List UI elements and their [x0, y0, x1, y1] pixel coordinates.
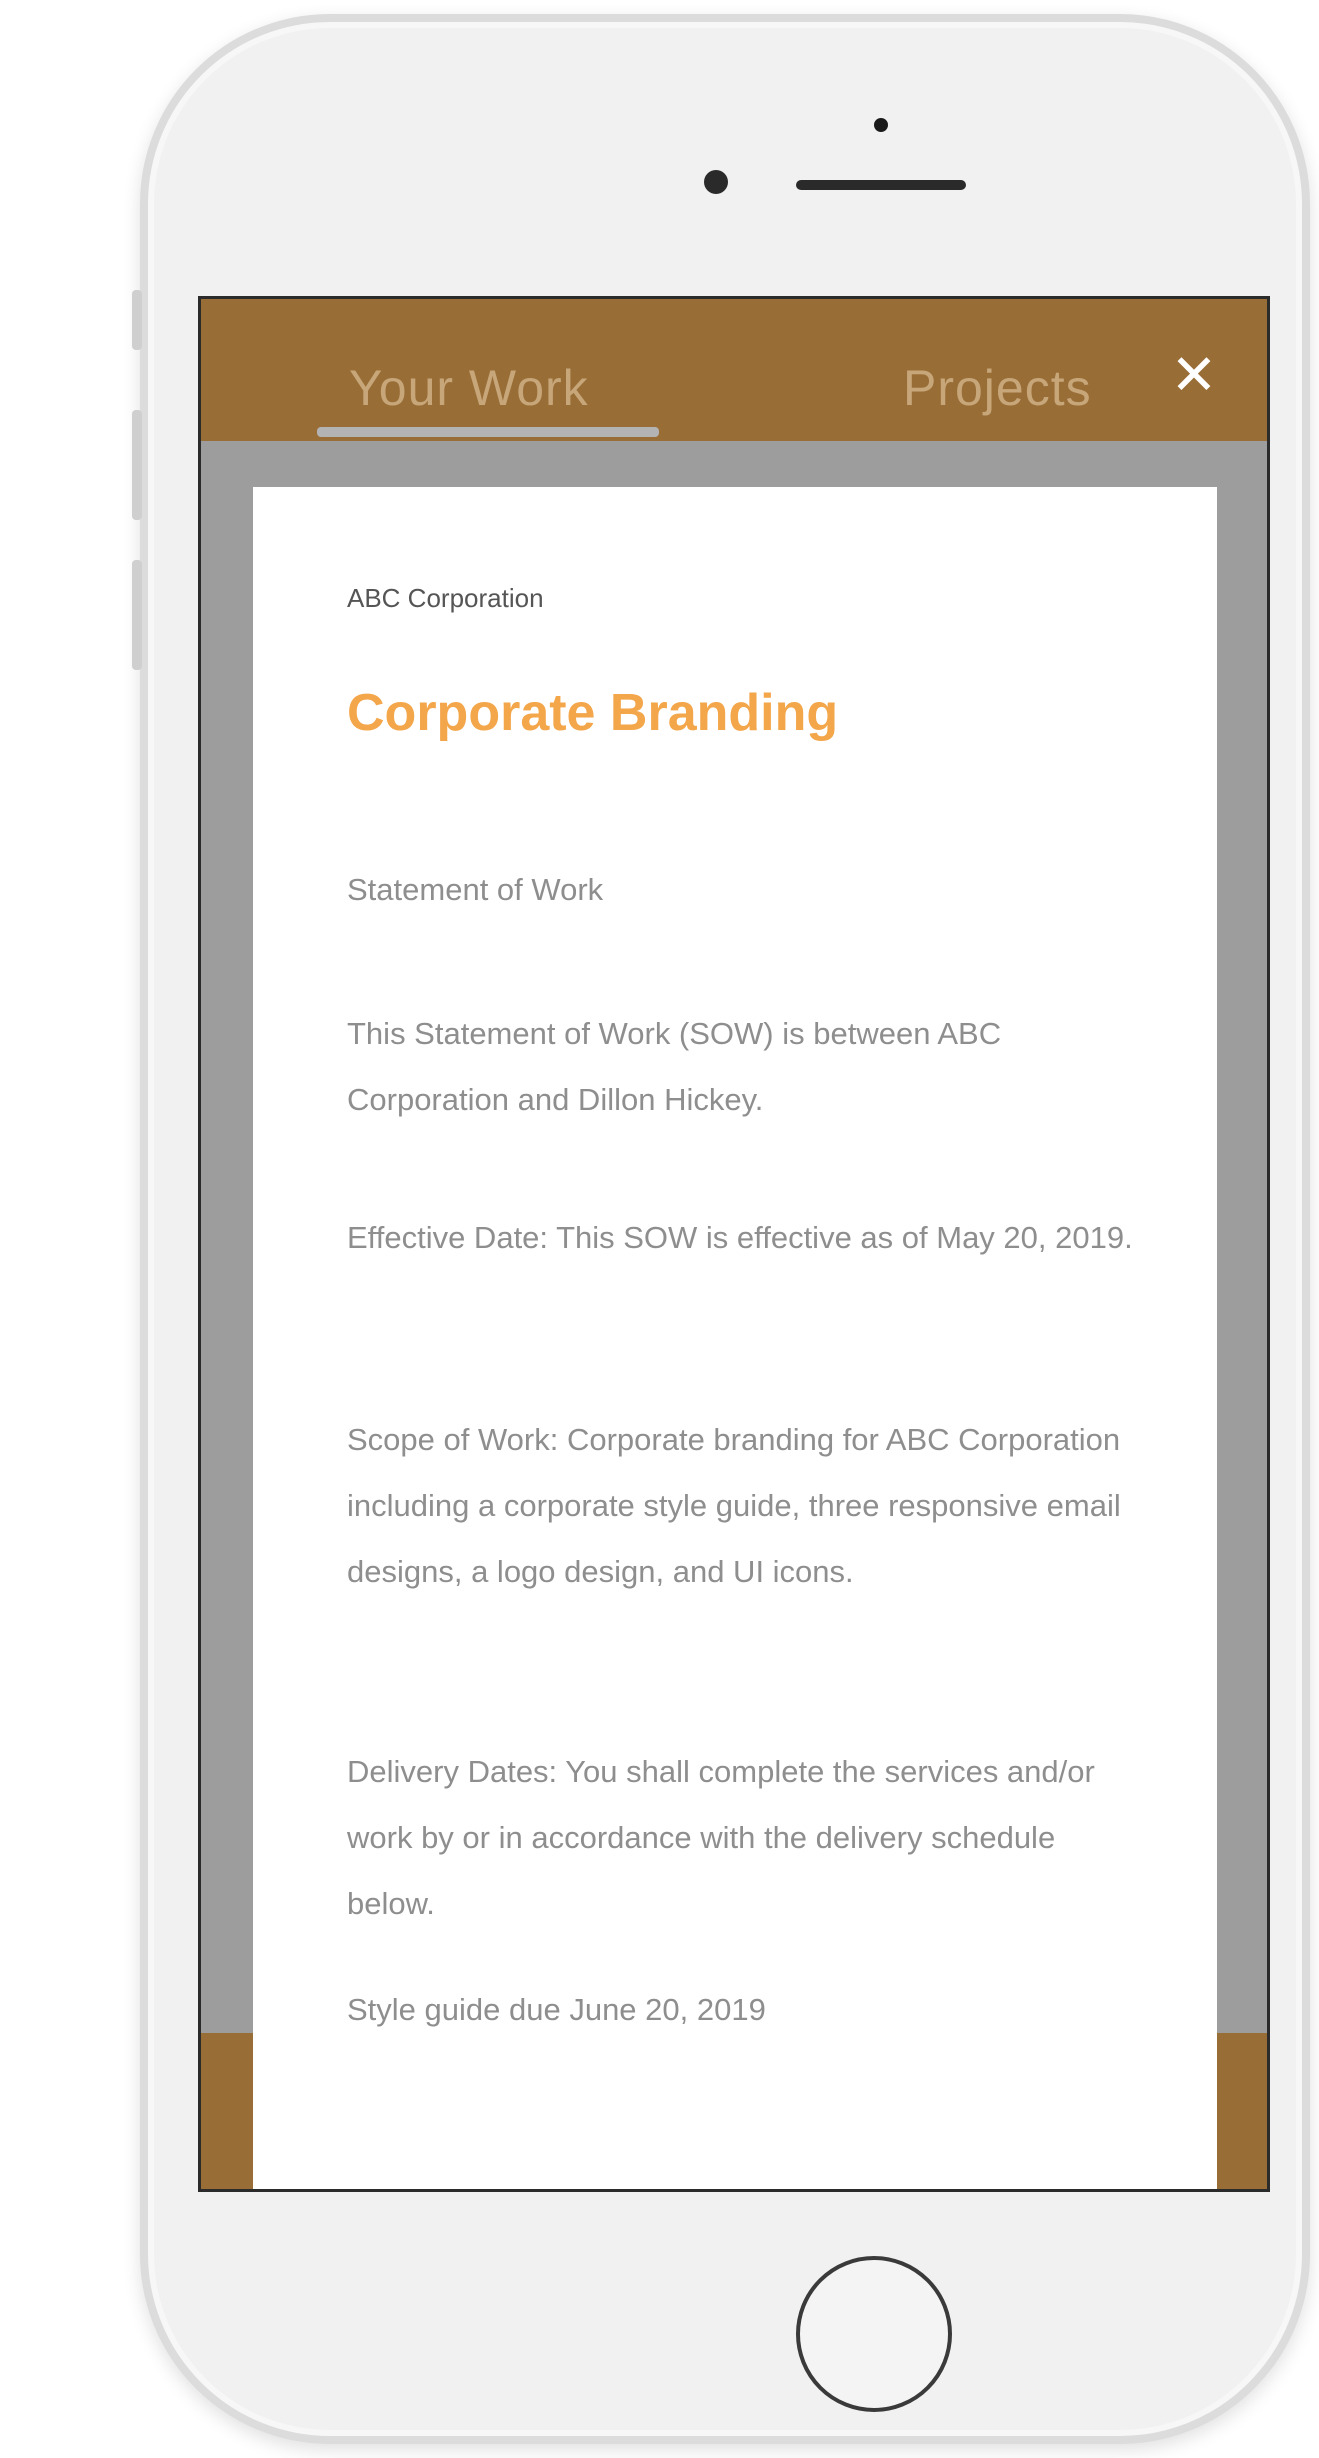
document-sheet: ABC Corporation Corporate Branding State… [253, 487, 1217, 2189]
earpiece-speaker [796, 180, 966, 190]
sensor-dot [874, 118, 888, 132]
project-title: Corporate Branding [347, 684, 839, 742]
paragraph-delivery: Delivery Dates: You shall complete the s… [347, 1754, 1095, 1921]
company-name: ABC Corporation [347, 583, 544, 613]
active-tab-indicator [317, 427, 659, 437]
close-icon[interactable]: ✕ [1164, 345, 1224, 405]
front-camera [704, 170, 728, 194]
home-button[interactable] [796, 2256, 952, 2412]
silent-switch[interactable] [132, 290, 142, 350]
volume-down-button[interactable] [132, 560, 142, 670]
tab-projects[interactable]: Projects [903, 359, 1092, 417]
mockup-stage: Your Work Projects ✕ ABC Corporation Cor… [0, 0, 1319, 2458]
phone-screen: Your Work Projects ✕ ABC Corporation Cor… [198, 296, 1270, 2192]
paragraph-style-guide-due: Style guide due June 20, 2019 [347, 1992, 766, 2027]
volume-up-button[interactable] [132, 410, 142, 520]
paragraph-effective-date: Effective Date: This SOW is effective as… [347, 1220, 1133, 1255]
document-heading: Statement of Work [347, 872, 604, 907]
tab-your-work[interactable]: Your Work [349, 359, 589, 417]
top-navigation-bar: Your Work Projects ✕ [201, 299, 1267, 441]
paragraph-scope: Scope of Work: Corporate branding for AB… [347, 1422, 1121, 1589]
paragraph-parties: This Statement of Work (SOW) is between … [347, 1016, 1002, 1117]
